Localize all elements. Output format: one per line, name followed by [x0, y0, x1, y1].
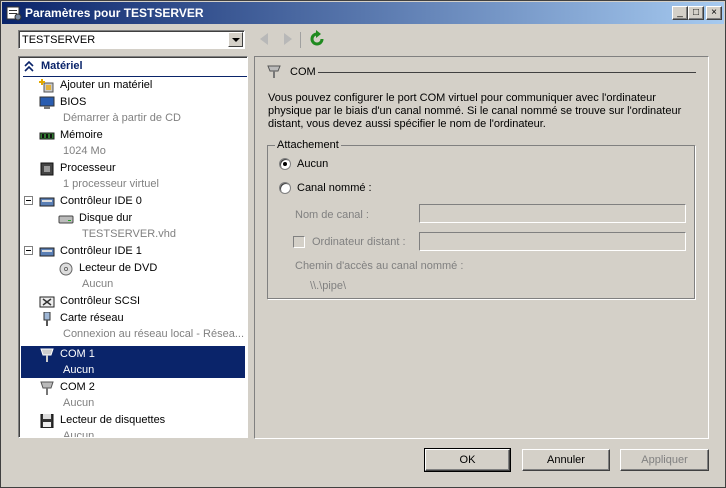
network-adapter-icon: [43, 312, 51, 326]
collapse-toggle-icon[interactable]: [24, 246, 33, 255]
tree-item-processor[interactable]: Processeur 1 processeur virtuel: [21, 160, 245, 192]
tree-item-label: Carte réseau: [60, 312, 124, 324]
tree-item-dvd-drive[interactable]: Lecteur de DVD Aucun: [21, 260, 245, 292]
settings-icon: [6, 6, 22, 21]
description-text: Vous pouvez configurer le port COM virtu…: [268, 92, 682, 130]
tree-item-sub: Aucun: [63, 364, 95, 376]
tree-item-label: Lecteur de disquettes: [60, 414, 166, 426]
tree-item-sub: Aucun: [63, 430, 95, 438]
remote-computer-checkbox[interactable]: [293, 236, 305, 248]
toolbar-separator: [300, 32, 301, 48]
tree-item-label: Processeur: [60, 162, 116, 174]
tree-item-label: Contrôleur IDE 1: [60, 245, 142, 257]
apply-button[interactable]: Appliquer: [620, 449, 709, 471]
tree-item-floppy[interactable]: Lecteur de disquettes Aucun: [21, 412, 245, 438]
remote-computer-input[interactable]: [419, 232, 686, 251]
com-port-icon: [40, 381, 54, 395]
bios-icon: [39, 96, 55, 109]
remote-computer-label: Ordinateur distant :: [312, 236, 406, 248]
cancel-button[interactable]: Annuler: [522, 449, 610, 471]
tree-item-label: Mémoire: [60, 129, 103, 141]
ok-button[interactable]: OK: [424, 448, 511, 472]
tree-item-sub: 1024 Mo: [63, 145, 106, 157]
tree-item-label: Lecteur de DVD: [79, 262, 158, 274]
pipe-path-label: Chemin d'accès au canal nommé :: [295, 260, 464, 272]
tree-item-com1[interactable]: COM 1 Aucun: [21, 346, 245, 378]
tree-item-label: COM 1: [60, 348, 95, 360]
tree-item-sub: Connexion au réseau local - Résea...: [63, 328, 244, 340]
tree-item-sub: 1 processeur virtuel: [63, 178, 159, 190]
section-title: COM: [290, 66, 316, 78]
ide-controller-icon: [39, 247, 55, 257]
dvd-icon: [59, 262, 73, 276]
tree-item-memory[interactable]: Mémoire 1024 Mo: [21, 127, 245, 159]
hardware-tree[interactable]: Matériel Ajouter un matériel BIOS Démarr…: [18, 56, 248, 438]
tree-item-label: Ajouter un matériel: [60, 79, 153, 91]
com-port-icon: [40, 348, 54, 362]
attachment-group: Attachement Aucun Canal nommé : Nom de c…: [267, 139, 695, 299]
tree-item-sub: Aucun: [63, 397, 95, 409]
refresh-icon[interactable]: [308, 30, 326, 48]
com-settings-panel: COM Vous pouvez configurer le port COM v…: [254, 56, 709, 439]
maximize-button[interactable]: □: [688, 6, 704, 20]
tree-header-label: Matériel: [41, 60, 83, 72]
tree-item-sub: Aucun: [82, 278, 114, 290]
tree-item-label: BIOS: [60, 96, 87, 108]
pipe-name-input[interactable]: [419, 204, 686, 223]
pipe-path-value: \\.\pipe\: [310, 280, 347, 292]
radio-named-pipe[interactable]: [279, 182, 291, 194]
add-hardware-icon: [39, 79, 54, 93]
radio-none[interactable]: [279, 158, 291, 170]
collapse-toggle-icon[interactable]: [24, 196, 33, 205]
scsi-controller-icon: [39, 296, 55, 308]
collapse-icon[interactable]: [24, 61, 34, 72]
forward-arrow-icon[interactable]: [282, 32, 294, 46]
vm-select[interactable]: TESTSERVER: [18, 30, 245, 49]
ide-controller-icon: [39, 197, 55, 207]
memory-icon: [39, 132, 55, 140]
com-port-icon: [267, 65, 281, 78]
pipe-name-label: Nom de canal :: [295, 209, 369, 221]
tree-item-label: Contrôleur SCSI: [60, 295, 141, 307]
chevron-down-icon[interactable]: [228, 32, 243, 47]
processor-icon: [40, 162, 54, 176]
tree-item-label: Contrôleur IDE 0: [60, 195, 142, 207]
tree-header[interactable]: Matériel: [21, 59, 247, 77]
tree-item-hard-disk[interactable]: Disque dur TESTSERVER.vhd: [21, 210, 245, 242]
tree-item-sub: TESTSERVER.vhd: [82, 228, 176, 240]
tree-item-sub: Démarrer à partir de CD: [63, 112, 181, 124]
settings-window: Paramètres pour TESTSERVER _ □ × TESTSER…: [0, 0, 726, 488]
tree-item-network-adapter[interactable]: Carte réseau Connexion au réseau local -…: [21, 310, 245, 342]
back-arrow-icon[interactable]: [258, 32, 270, 46]
tree-item-bios[interactable]: BIOS Démarrer à partir de CD: [21, 94, 245, 126]
close-button[interactable]: ×: [706, 6, 722, 20]
tree-item-label: Disque dur: [79, 212, 133, 224]
hard-disk-icon: [58, 215, 74, 224]
window-title: Paramètres pour TESTSERVER: [25, 6, 204, 20]
minimize-button[interactable]: _: [672, 6, 688, 20]
tree-item-label: COM 2: [60, 381, 95, 393]
radio-named-pipe-label[interactable]: Canal nommé :: [297, 182, 372, 194]
group-title: Attachement: [275, 139, 341, 151]
floppy-icon: [40, 414, 54, 428]
tree-item-com2[interactable]: COM 2 Aucun: [21, 379, 245, 411]
section-divider: [318, 72, 696, 73]
vm-select-value: TESTSERVER: [22, 34, 96, 46]
radio-none-label[interactable]: Aucun: [297, 158, 328, 170]
title-bar[interactable]: Paramètres pour TESTSERVER _ □ ×: [2, 2, 724, 24]
